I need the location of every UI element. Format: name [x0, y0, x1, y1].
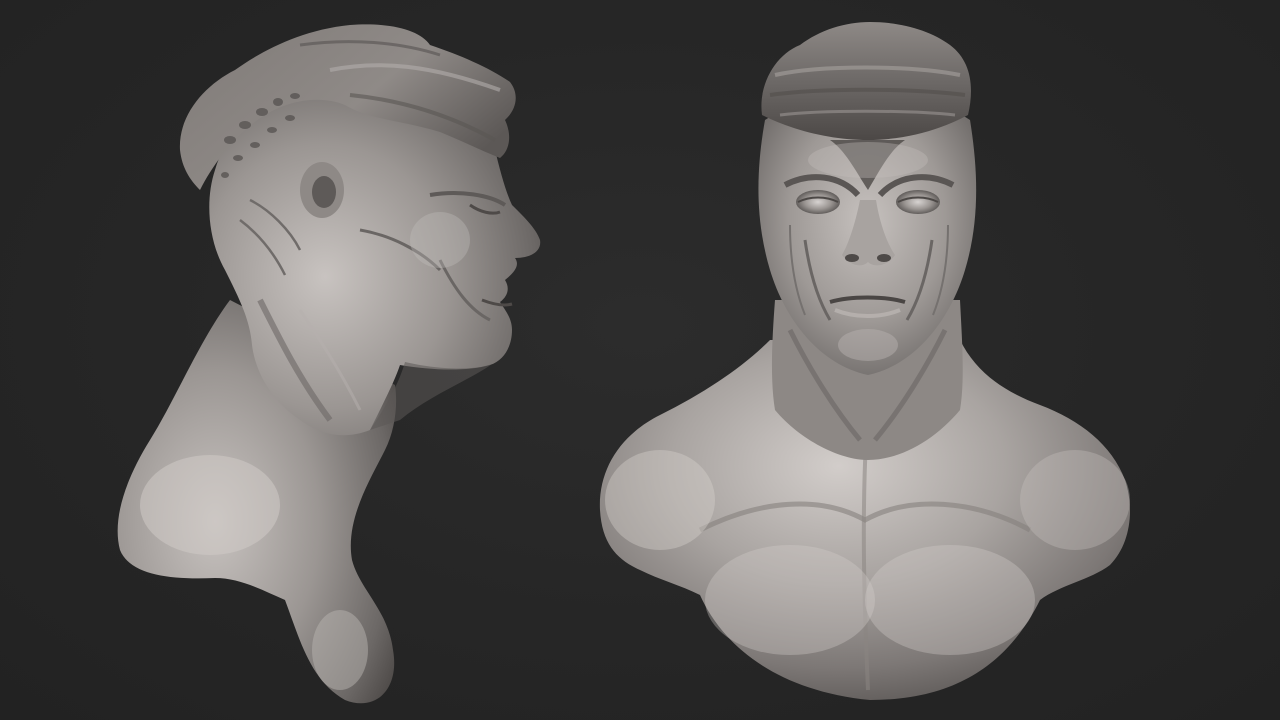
front-bust: [599, 22, 1130, 700]
sculpt-render: [117, 22, 1130, 704]
viewport: [0, 0, 1280, 720]
side-profile-bust: [117, 24, 541, 704]
